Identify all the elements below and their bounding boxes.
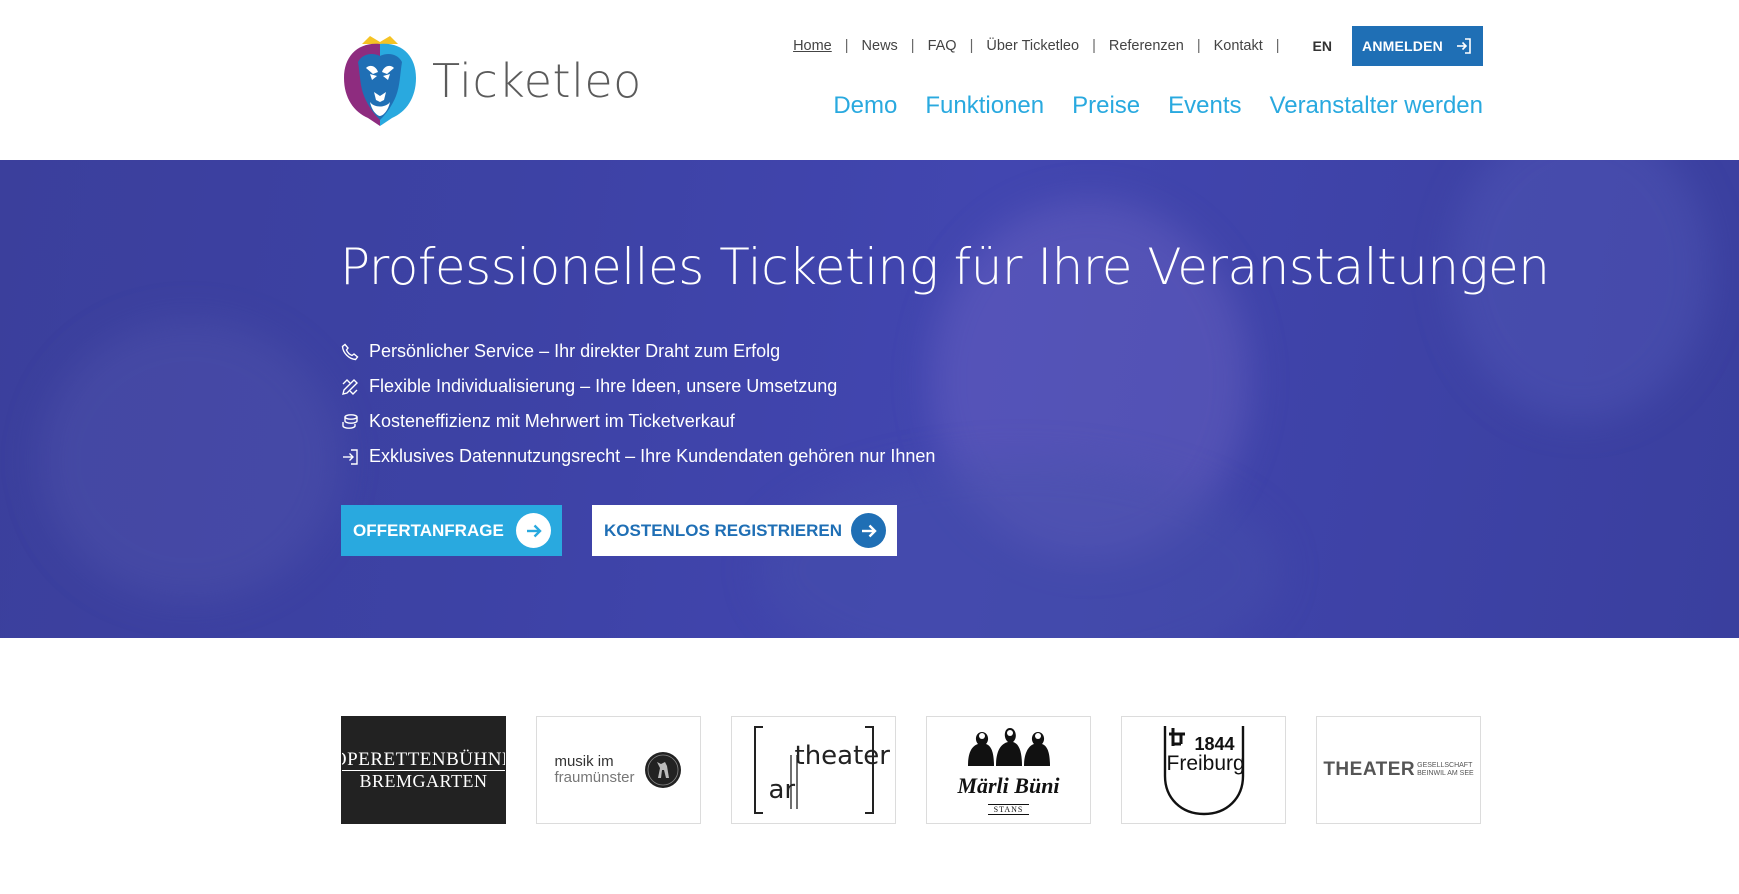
sign-in-icon [1455,37,1473,55]
separator: | [1092,38,1096,54]
nav-become-organizer[interactable]: Veranstalter werden [1270,92,1483,120]
reference-operettenbuehne[interactable]: OPERETTENBÜHNE BREMGARTEN [341,716,506,824]
hero-section: Professionelles Ticketing für Ihre Veran… [0,160,1739,638]
sign-in-icon [340,447,360,467]
emblem-icon [644,752,681,788]
register-free-label: KOSTENLOS REGISTRIEREN [604,520,843,540]
separator: | [969,38,974,54]
phone-icon [340,342,360,362]
topnav-contact[interactable]: Kontakt [1214,38,1263,54]
operettenbuehne-logo: OPERETTENBÜHNE BREMGARTEN [342,750,505,791]
topnav-references[interactable]: Referenzen [1109,38,1184,54]
logo-text: Märli Büni [957,772,1060,798]
top-navigation: Home | News | FAQ | Über Ticketleo | Ref… [793,26,1483,66]
separator: | [1196,38,1201,54]
logo-text: BREMGARTEN [359,771,488,791]
brand-name: Ticketleo [432,54,642,108]
feature-text: Exklusives Datennutzungsrecht – Ihre Kun… [369,446,936,466]
main-navigation: Demo Funktionen Preise Events Veranstalt… [805,92,1483,120]
feature-list: Persönlicher Service – Ihr direkter Drah… [340,334,935,474]
logo-text: STANS [987,803,1030,815]
offer-request-button[interactable]: OFFERTANFRAGE [341,505,562,556]
coins-icon [340,412,360,432]
logo-text: theater [794,741,890,771]
pencil-ruler-icon [340,377,360,397]
lion-logo-icon [344,36,416,126]
reference-logos: OPERETTENBÜHNE BREMGARTEN musik im fraum… [341,716,1481,824]
logo-text: Freiburg [1166,752,1245,775]
nav-features[interactable]: Funktionen [925,92,1044,120]
topnav-home[interactable]: Home [793,38,832,54]
feature-item: Persönlicher Service – Ihr direkter Drah… [340,334,935,369]
feature-item: Flexible Individualisierung – Ihre Ideen… [340,369,935,404]
topnav-news[interactable]: News [862,38,898,54]
feature-item: Kosteneffizienz mit Mehrwert im Ticketve… [340,404,935,439]
arrow-right-icon [516,513,551,548]
logo-text: GESELLSCHAFT [1417,761,1473,769]
feature-text: Flexible Individualisierung – Ihre Ideen… [369,376,838,396]
language-switch[interactable]: EN [1313,38,1332,54]
separator: | [910,38,915,54]
feature-text: Kosteneffizienz mit Mehrwert im Ticketve… [369,411,735,431]
logo-text: ar [768,775,796,805]
separator: | [844,38,849,54]
offer-request-label: OFFERTANFRAGE [353,520,504,540]
theatergesellschaft-logo: THEATER GESELLSCHAFT BEINWIL AM SEE [1323,759,1473,781]
reference-arth-theater[interactable]: ar theater [731,716,896,824]
logo-text: OPERETTENBÜHNE [342,750,505,771]
login-button[interactable]: ANMELDEN [1352,26,1483,66]
login-label: ANMELDEN [1362,38,1443,54]
register-free-button[interactable]: KOSTENLOS REGISTRIEREN [592,505,897,556]
hero-background-decor [40,320,340,600]
nav-events[interactable]: Events [1168,92,1241,120]
logo-text-block: GESELLSCHAFT BEINWIL AM SEE [1417,762,1474,778]
figures-illustration-icon [968,727,1051,766]
logo-text: fraumünster [554,769,635,786]
reference-theatergesellschaft-beinwil[interactable]: THEATER GESELLSCHAFT BEINWIL AM SEE [1316,716,1481,824]
arrow-right-icon [851,513,886,548]
topnav-faq[interactable]: FAQ [928,38,957,54]
separator: | [1275,38,1280,54]
logo-text: BEINWIL AM SEE [1417,769,1474,777]
logo-text: THEATER [1323,759,1416,780]
logo-text: musik im [554,753,614,771]
nav-pricing[interactable]: Preise [1072,92,1140,120]
reference-musik-im-fraumuenster[interactable]: musik im fraumünster [536,716,701,824]
reference-fc-freiburg[interactable]: 1844 Freiburg [1121,716,1286,824]
ticketleo-logo[interactable]: Ticketleo [340,34,642,128]
maerli-bueni-logo: Märli Büni STANS [957,724,1060,817]
nav-demo[interactable]: Demo [833,92,897,120]
musik-fraumuenster-logo: musik im fraumünster [554,750,682,790]
feature-text: Persönlicher Service – Ihr direkter Drah… [369,341,781,361]
site-header: Ticketleo Home | News | FAQ | Über Ticke… [0,0,1739,160]
hero-title: Professionelles Ticketing für Ihre Veran… [340,238,1550,296]
logo-text-block: musik im fraumünster [554,754,634,786]
fc-freiburg-logo: 1844 Freiburg [1159,722,1249,818]
topnav-about[interactable]: Über Ticketleo [986,38,1079,54]
reference-maerli-bueni[interactable]: Märli Büni STANS [926,716,1091,824]
feature-item: Exklusives Datennutzungsrecht – Ihre Kun… [340,439,935,474]
arth-theater-logo: ar theater [751,725,890,815]
